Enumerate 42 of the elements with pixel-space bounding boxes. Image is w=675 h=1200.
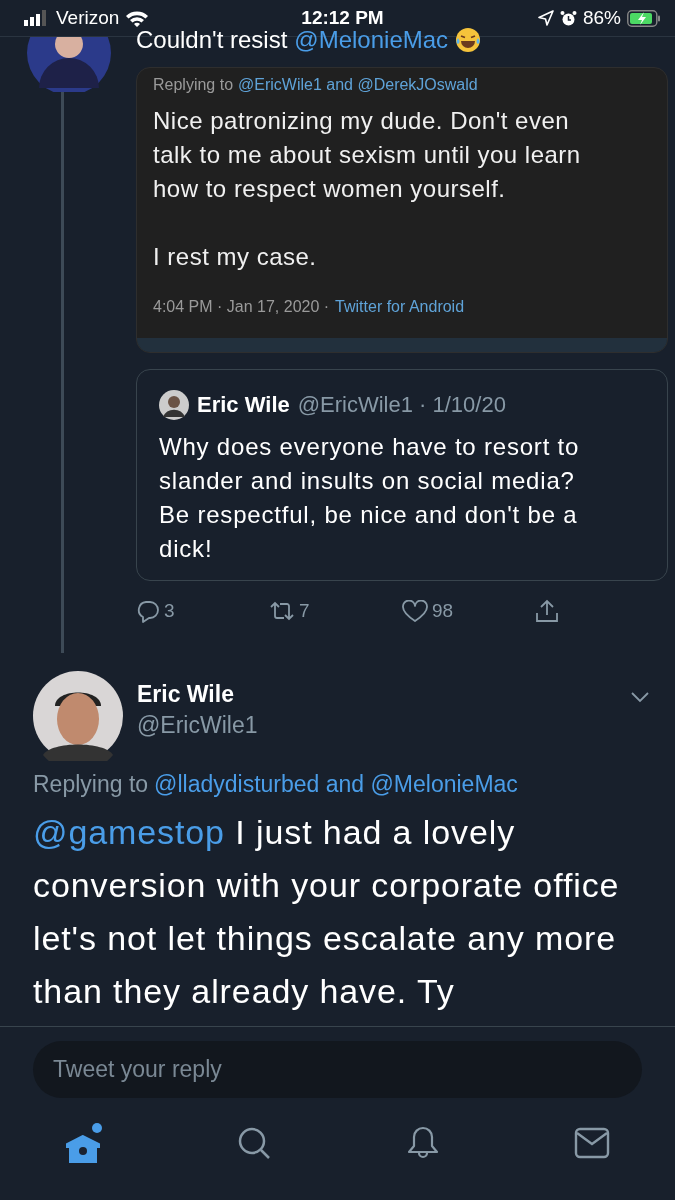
carrier-name: Verizon — [56, 7, 120, 29]
mention-link[interactable]: @EricWile1 and @DerekJOswald — [238, 76, 478, 94]
tweet-timestamp: 4:04 PM · Jan 17, 2020 · — [153, 298, 330, 316]
action-count: 7 — [299, 600, 310, 622]
mention-link[interactable]: @MelonieMac — [294, 26, 449, 54]
user-avatar[interactable] — [27, 37, 111, 92]
user-avatar[interactable] — [33, 671, 123, 761]
source-link[interactable]: Twitter for Android — [335, 298, 465, 316]
mail-tab-icon[interactable] — [574, 1127, 610, 1159]
share-icon[interactable] — [535, 599, 559, 623]
alarm-clock-icon — [559, 9, 577, 27]
replying-to-label: Replying to — [33, 771, 149, 798]
chevron-down-icon[interactable] — [630, 691, 650, 703]
tweet-text: @gamestop I just had a lovely conversion with your corporate office let's not let things escalate any more than they already have. Ty — [33, 812, 621, 1012]
quoted-tweet-card[interactable]: Eric Wile @EricWile1 · 1/10/20 Why does everyone have to resort to slander and insults on social media? Be respectful, be nice and don't be a dick! — [136, 369, 668, 581]
action-count: 98 — [432, 600, 454, 622]
tweet-text: I rest my case. — [153, 242, 318, 272]
reply-icon[interactable] — [136, 599, 160, 623]
tweet-text: Couldn't resist — [136, 26, 288, 54]
battery-percentage: 86% — [582, 7, 621, 29]
search-tab-icon[interactable] — [237, 1126, 272, 1160]
mention-link[interactable]: @gamestop — [33, 813, 225, 851]
mention-link[interactable]: @lladydisturbed and @MelonieMac — [154, 771, 518, 798]
author-handle: @EricWile1 · 1/10/20 — [297, 392, 506, 418]
bell-tab-icon[interactable] — [405, 1125, 440, 1161]
clock-time: 12:12 PM — [301, 7, 384, 29]
user-avatar — [159, 390, 189, 420]
home-tab-icon[interactable] — [65, 1122, 103, 1164]
tweet-text: Nice patronizing my dude. Don't even talk to me about sexism until you learn how to respect women yourself. — [153, 106, 582, 204]
battery-charging-icon — [627, 9, 661, 27]
author-name: Eric Wile — [197, 392, 290, 418]
reply-field[interactable]: Tweet your reply — [33, 1041, 642, 1098]
action-count: 3 — [164, 600, 175, 622]
laughing-face-icon — [455, 27, 482, 53]
wifi-icon — [125, 9, 150, 27]
tweet-text: Why does everyone have to resort to slander and insults on social media? Be respectful, be nice and don't be a dick! — [159, 432, 581, 564]
location-arrow-icon — [537, 10, 554, 26]
retweet-icon[interactable] — [269, 600, 295, 622]
author-name: Eric Wile — [137, 681, 235, 708]
replying-to-label: Replying to — [153, 76, 234, 94]
heart-icon[interactable] — [402, 599, 428, 623]
author-handle: @EricWile1 — [137, 712, 259, 739]
